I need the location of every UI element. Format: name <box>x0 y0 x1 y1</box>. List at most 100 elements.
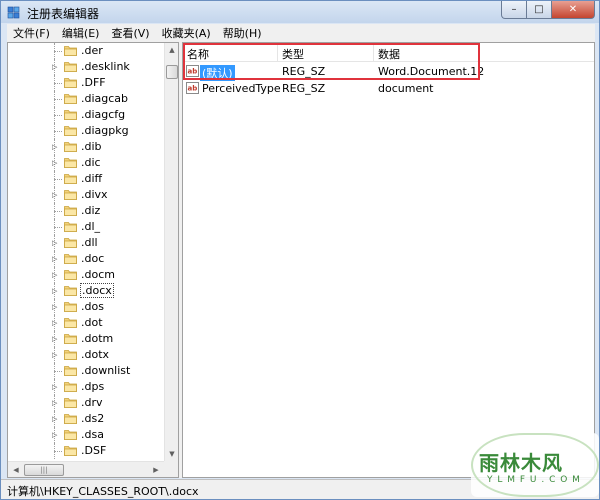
tree-item[interactable]: .downlist <box>8 363 164 379</box>
expand-arrow-icon[interactable]: ▷ <box>52 255 58 263</box>
expand-arrow-icon[interactable]: ▷ <box>52 335 58 343</box>
scroll-left-arrow-icon[interactable]: ◀ <box>9 463 23 477</box>
expand-arrow-icon[interactable]: ▷ <box>52 319 58 327</box>
tree-item[interactable]: ▷ .dotx <box>8 347 164 363</box>
tree-item[interactable]: ▷ .dotm <box>8 331 164 347</box>
tree-item[interactable]: ▷ .dll <box>8 235 164 251</box>
folder-icon <box>64 45 77 56</box>
tree-item[interactable]: ▷ .desklink <box>8 59 164 75</box>
folder-icon <box>64 109 77 120</box>
tree-item-label: .dps <box>81 380 105 393</box>
menu-edit[interactable]: 编辑(E) <box>56 25 106 41</box>
tree-item-label: .drv <box>81 396 103 409</box>
folder-icon <box>64 189 77 200</box>
tree-item-label: .diz <box>81 204 101 217</box>
folder-icon <box>64 333 77 344</box>
tree-connector <box>54 99 62 100</box>
tree-item[interactable]: ▷ .dps <box>8 379 164 395</box>
folder-icon <box>64 301 77 312</box>
tree-item-label: .dll <box>81 236 98 249</box>
annotation-highlight-box <box>183 43 480 80</box>
tree-item[interactable]: .diagcfg <box>8 107 164 123</box>
tree-scroll-thumb[interactable] <box>166 65 178 79</box>
folder-icon <box>64 221 77 232</box>
folder-icon <box>64 285 77 296</box>
tree-connector <box>54 451 62 452</box>
tree-item-label: .diagcfg <box>81 108 126 121</box>
tree-item[interactable]: ▷ .docm <box>8 267 164 283</box>
scroll-right-arrow-icon[interactable]: ▶ <box>149 463 163 477</box>
close-button[interactable]: ✕ <box>552 1 595 19</box>
folder-icon <box>64 365 77 376</box>
expand-arrow-icon[interactable]: ▷ <box>52 159 58 167</box>
tree-item-label: .divx <box>81 188 108 201</box>
svg-text:ab: ab <box>188 85 198 93</box>
tree-item-label: .dot <box>81 316 103 329</box>
tree-item[interactable]: ▷ .drv <box>8 395 164 411</box>
tree-item[interactable]: ▷ .dot <box>8 315 164 331</box>
folder-icon <box>64 237 77 248</box>
tree-item[interactable]: .diagcab <box>8 91 164 107</box>
tree-item[interactable]: .diff <box>8 171 164 187</box>
tree-item[interactable]: ▷ .divx <box>8 187 164 203</box>
menu-view[interactable]: 查看(V) <box>105 25 155 41</box>
expand-arrow-icon[interactable]: ▷ <box>52 303 58 311</box>
expand-arrow-icon[interactable]: ▷ <box>52 415 58 423</box>
folder-icon <box>64 205 77 216</box>
status-path: 计算机\HKEY_CLASSES_ROOT\.docx <box>7 485 199 498</box>
menu-help[interactable]: 帮助(H) <box>217 25 268 41</box>
tree-item[interactable]: ▷ .dsa <box>8 427 164 443</box>
expand-arrow-icon[interactable]: ▷ <box>52 271 58 279</box>
minimize-button[interactable]: – <box>501 1 527 19</box>
expand-arrow-icon[interactable]: ▷ <box>52 431 58 439</box>
tree-horizontal-scrollbar[interactable]: ◀ ||| ▶ <box>8 461 164 477</box>
expand-arrow-icon[interactable]: ▷ <box>52 63 58 71</box>
tree-item-label: .doc <box>81 252 105 265</box>
tree-item[interactable]: ▷ .ds2 <box>8 411 164 427</box>
tree-item[interactable]: .diagpkg <box>8 123 164 139</box>
menu-file[interactable]: 文件(F) <box>7 25 56 41</box>
tree-item[interactable]: ▷ .docx <box>8 283 164 299</box>
scroll-up-arrow-icon[interactable]: ▲ <box>165 43 178 57</box>
expand-arrow-icon[interactable]: ▷ <box>52 383 58 391</box>
tree-item[interactable]: .DSF <box>8 443 164 459</box>
tree-item[interactable]: .DFF <box>8 75 164 91</box>
tree-item[interactable]: ▷ .dos <box>8 299 164 315</box>
tree-item[interactable]: ▷ .dib <box>8 139 164 155</box>
tree-vertical-scrollbar[interactable]: ▲ ▼ <box>164 43 178 461</box>
menu-favorites[interactable]: 收藏夹(A) <box>156 25 217 41</box>
tree-hscroll-thumb[interactable]: ||| <box>24 464 64 476</box>
tree-item[interactable]: .dl_ <box>8 219 164 235</box>
scroll-down-arrow-icon[interactable]: ▼ <box>165 447 178 461</box>
window-controls: – □ ✕ <box>501 1 595 19</box>
folder-icon <box>64 253 77 264</box>
site-watermark-logo: 雨林木风 Y L M F U . C O M <box>471 433 599 497</box>
value-list-pane[interactable]: 名称 类型 数据 ab (默认) REG_SZ Word.Document.12… <box>182 42 595 478</box>
folder-icon <box>64 445 77 456</box>
maximize-button[interactable]: □ <box>527 1 552 19</box>
tree-item-label: .dic <box>81 156 101 169</box>
tree-item-label: .desklink <box>81 60 130 73</box>
expand-arrow-icon[interactable]: ▷ <box>52 239 58 247</box>
value-row[interactable]: ab PerceivedType REG_SZ document <box>183 80 594 97</box>
folder-icon <box>64 77 77 88</box>
title-bar[interactable]: 注册表编辑器 – □ ✕ <box>1 1 599 23</box>
tree-connector <box>54 227 62 228</box>
tree-item-label: .diagpkg <box>81 124 129 137</box>
tree-item[interactable]: ▷ .doc <box>8 251 164 267</box>
tree-item[interactable]: ▷ .dic <box>8 155 164 171</box>
expand-arrow-icon[interactable]: ▷ <box>52 399 58 407</box>
key-tree-pane[interactable]: .der ▷ .desklink .DFF .diagcab .diagcfg .diagp… <box>7 42 179 478</box>
expand-arrow-icon[interactable]: ▷ <box>52 143 58 151</box>
tree-item[interactable]: .diz <box>8 203 164 219</box>
tree-connector <box>54 211 62 212</box>
expand-arrow-icon[interactable]: ▷ <box>52 351 58 359</box>
expand-arrow-icon[interactable]: ▷ <box>52 191 58 199</box>
expand-arrow-icon[interactable]: ▷ <box>52 287 58 295</box>
folder-icon <box>64 157 77 168</box>
tree-item-label: .dsa <box>81 428 104 441</box>
tree-item[interactable]: .der <box>8 43 164 59</box>
tree-item-label: .dotx <box>81 348 110 361</box>
folder-icon <box>64 381 77 392</box>
tree-connector <box>54 83 62 84</box>
